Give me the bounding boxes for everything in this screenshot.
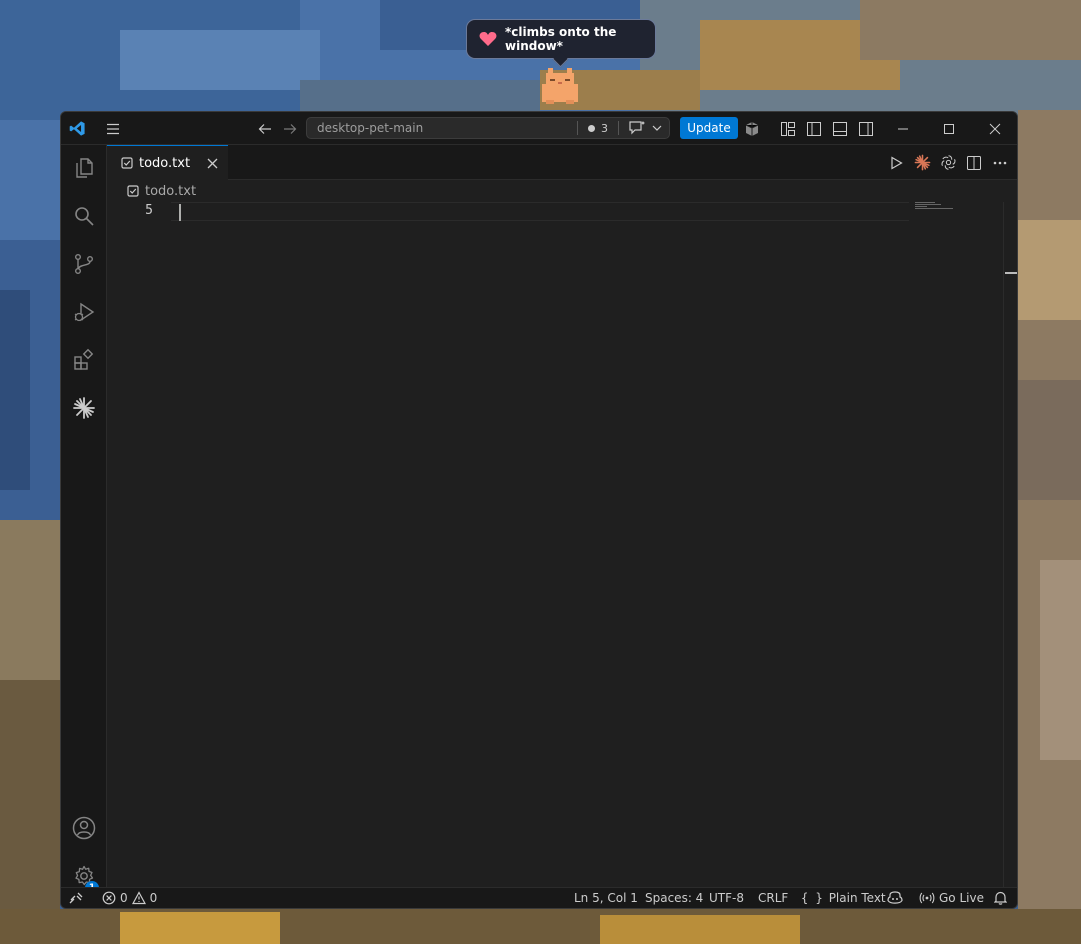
- run-icon[interactable]: [887, 154, 905, 172]
- tab-bar: todo.txt: [107, 145, 1017, 180]
- pet-message: *climbs onto the window*: [505, 25, 617, 53]
- extensions-icon[interactable]: [61, 337, 107, 383]
- arrow-left-icon[interactable]: [253, 112, 277, 145]
- minimap[interactable]: [915, 202, 959, 222]
- title-bar: desktop-pet-main 3 Update: [61, 112, 1017, 145]
- editor-area[interactable]: 5: [107, 202, 1003, 889]
- command-center[interactable]: desktop-pet-main 3: [306, 117, 670, 139]
- toggle-panel-icon[interactable]: [829, 112, 851, 145]
- editor-actions: [887, 145, 1009, 180]
- explorer-icon[interactable]: [61, 145, 107, 191]
- update-button[interactable]: Update: [680, 117, 738, 139]
- broadcast-icon: [919, 892, 935, 904]
- error-icon: [102, 891, 116, 905]
- editor-scrollbar[interactable]: [1003, 202, 1017, 889]
- heart-icon: [479, 31, 497, 47]
- accounts-cube-icon[interactable]: [741, 112, 763, 145]
- indentation[interactable]: Spaces: 4: [645, 888, 703, 908]
- close-icon[interactable]: [204, 155, 220, 171]
- language-label: Plain Text: [828, 891, 886, 905]
- problems-indicator[interactable]: 0 0: [102, 888, 157, 908]
- claude-icon[interactable]: [61, 385, 107, 431]
- changes-dot-icon: [588, 124, 595, 132]
- checkbox-file-icon: [121, 157, 133, 169]
- status-bar: 0 0 Ln 5, Col 1 Spaces: 4 UTF-8 CRLF { }…: [61, 887, 1017, 908]
- run-debug-icon[interactable]: [61, 289, 107, 335]
- minimize-icon[interactable]: [887, 112, 919, 145]
- accounts-icon[interactable]: [61, 805, 107, 851]
- openai-icon[interactable]: [939, 154, 957, 172]
- go-live-label: Go Live: [939, 891, 984, 905]
- maximize-icon[interactable]: [933, 112, 965, 145]
- vscode-window: desktop-pet-main 3 Update todo.txt todo.…: [60, 111, 1018, 909]
- language-mode[interactable]: { } Plain Text: [801, 888, 886, 908]
- activity-bar: 1: [61, 145, 107, 895]
- toggle-secondary-sidebar-icon[interactable]: [855, 112, 877, 145]
- search-icon[interactable]: [61, 193, 107, 239]
- warning-icon: [131, 891, 146, 905]
- braces-icon: { }: [801, 891, 823, 905]
- warning-count: 0: [149, 891, 158, 905]
- breadcrumb-file[interactable]: todo.txt: [145, 184, 196, 199]
- remote-indicator[interactable]: [69, 888, 83, 908]
- chat-sparkle-icon: [628, 120, 646, 136]
- more-actions-icon[interactable]: [991, 154, 1009, 172]
- breadcrumb[interactable]: todo.txt: [107, 180, 1017, 202]
- menu-icon[interactable]: [101, 112, 125, 145]
- encoding[interactable]: UTF-8: [709, 888, 744, 908]
- text-cursor: [179, 204, 181, 221]
- cursor-position[interactable]: Ln 5, Col 1: [574, 888, 638, 908]
- error-count: 0: [120, 891, 128, 905]
- arrow-right-icon[interactable]: [278, 112, 302, 145]
- split-editor-icon[interactable]: [965, 154, 983, 172]
- claude-code-icon[interactable]: [913, 154, 931, 172]
- command-center-title: desktop-pet-main: [317, 121, 424, 135]
- line-number: 5: [145, 203, 153, 218]
- scrollbar-position-marker: [1005, 272, 1017, 274]
- chat-button[interactable]: [619, 117, 670, 139]
- divider: [577, 121, 578, 135]
- source-control-icon[interactable]: [61, 241, 107, 287]
- copilot-icon[interactable]: [887, 888, 903, 908]
- line-ending[interactable]: CRLF: [758, 888, 788, 908]
- tab-label: todo.txt: [139, 155, 191, 171]
- close-window-icon[interactable]: [979, 112, 1011, 145]
- desktop-pet-cat[interactable]: [540, 66, 580, 106]
- vscode-logo-icon: [61, 112, 94, 145]
- checkbox-file-icon: [127, 185, 139, 197]
- chevron-down-icon[interactable]: [652, 124, 662, 132]
- current-line-highlight: [171, 202, 909, 221]
- toggle-primary-sidebar-icon[interactable]: [803, 112, 825, 145]
- go-live-button[interactable]: Go Live: [919, 888, 984, 908]
- pet-speech-bubble: *climbs onto the window*: [466, 19, 656, 59]
- remote-icon: [69, 891, 83, 905]
- changes-count: 3: [601, 121, 608, 135]
- customize-layout-icon[interactable]: [777, 112, 799, 145]
- tab-todo-txt[interactable]: todo.txt: [107, 145, 228, 180]
- notifications-bell-icon[interactable]: [994, 888, 1007, 908]
